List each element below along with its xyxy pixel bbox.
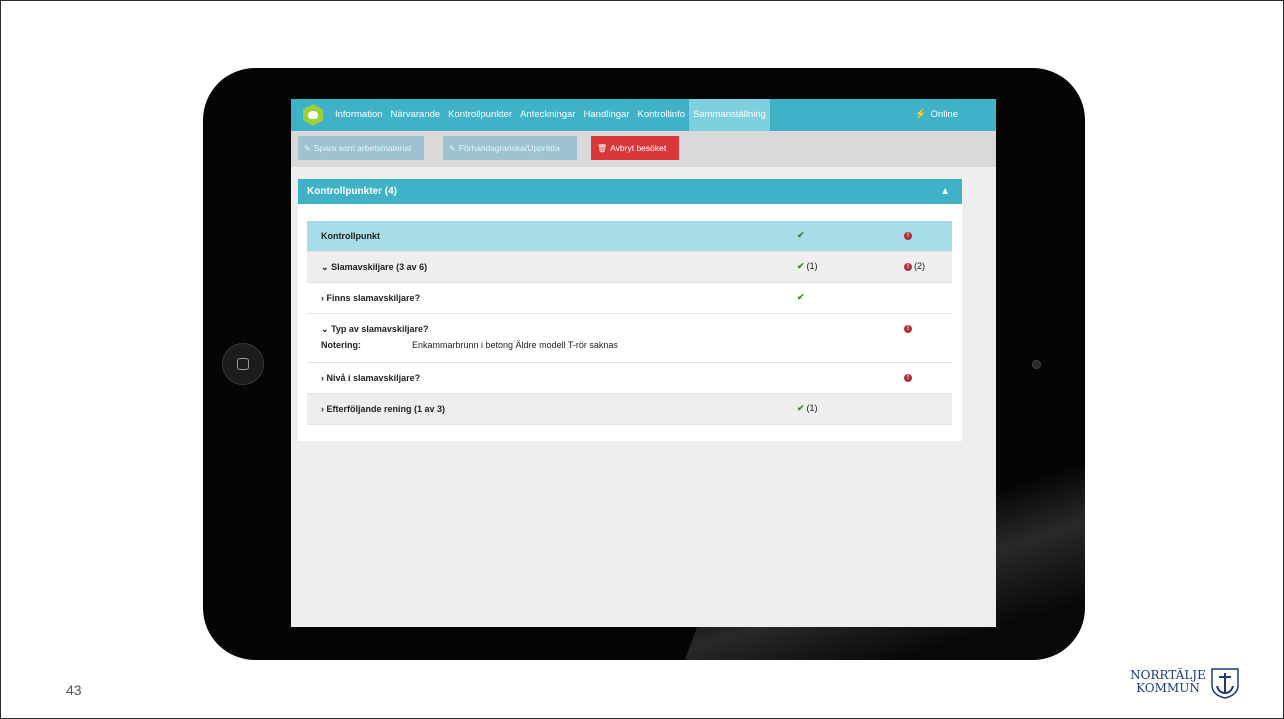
table-row[interactable]: ⌄ Typ av slamavskiljare? ! Notering: Enk… (307, 314, 952, 363)
table-row-label: › Efterföljande rening (1 av 3) (321, 404, 445, 414)
panel-header[interactable]: Kontrollpunkter (4) ▲ (298, 179, 962, 204)
column-header-kontrollpunkt: Kontrollpunkt (321, 231, 380, 241)
preview-label: Förhandsgranska/Upprätta (458, 143, 560, 153)
brand-line-2: KOMMUN (1136, 681, 1200, 695)
edit-icon: ✎ (304, 144, 311, 153)
table-row-label: › Finns slamavskiljare? (321, 293, 420, 303)
online-status: ⚡ Online (915, 99, 958, 131)
chevron-down-icon[interactable]: ⌄ (321, 262, 329, 272)
online-label: Online (930, 109, 958, 120)
action-toolbar: ✎ Spara som arbetsmaterial ✎ Förhandsgrans… (291, 131, 996, 167)
error-count: ! (2) (904, 261, 925, 271)
tab-sammanstallning[interactable]: Sammanställning (689, 99, 770, 131)
brand-text: NORRTÄLJE KOMMUN (1130, 669, 1206, 695)
tab-anteckningar[interactable]: Anteckningar (516, 99, 579, 131)
exclamation-icon: ! (904, 323, 912, 333)
row-label-text: Finns slamavskiljare? (326, 293, 421, 303)
edit-icon: ✎ (449, 144, 456, 153)
top-navbar: Information Närvarande Kontrollpunkter A… (291, 99, 996, 131)
chevron-right-icon[interactable]: › (321, 293, 324, 303)
check-icon: ✔ (797, 230, 805, 240)
ok-count-text: (1) (806, 261, 818, 271)
panel-title: Kontrollpunkter (4) (307, 186, 397, 197)
row-label-text: Nivå i slamavskiljare? (326, 373, 421, 383)
nav-tabs: Information Närvarande Kontrollpunkter A… (331, 99, 770, 131)
chevron-up-icon[interactable]: ▲ (940, 179, 950, 204)
home-square-icon (237, 358, 249, 370)
chevron-right-icon[interactable]: › (321, 373, 324, 383)
app-screen: Information Närvarande Kontrollpunkter A… (291, 99, 996, 627)
ok-count: ✔ (1) (797, 261, 818, 272)
exclamation-icon: ! (904, 230, 912, 240)
cancel-visit-label: Avbryt besöket (610, 143, 667, 153)
check-icon: ✔ (797, 261, 805, 271)
row-label-text: Slamavskiljare (3 av 6) (331, 262, 428, 272)
save-draft-button[interactable]: ✎ Spara som arbetsmaterial (298, 136, 424, 160)
ok-count-text: (1) (806, 403, 818, 413)
lightning-icon: ⚡ (914, 109, 927, 120)
exclamation-icon: ! (904, 262, 912, 271)
table-header-row: Kontrollpunkt ✔ ! (307, 221, 952, 252)
row-label-text: Typ av slamavskiljare? (331, 324, 429, 334)
preview-button[interactable]: ✎ Förhandsgranska/Upprätta (443, 136, 577, 160)
row-label-text: Efterföljande rening (1 av 3) (326, 404, 446, 414)
error-count-text: (2) (914, 261, 925, 271)
tab-kontrollinfo[interactable]: Kontrollinfo (633, 99, 689, 131)
kontrollpunkter-panel: Kontrollpunkter (4) ▲ Kontrollpunkt ✔ ! … (298, 179, 962, 441)
slide-page-number: 43 (66, 682, 82, 698)
tab-narvarande[interactable]: Närvarande (387, 99, 445, 131)
tab-kontrollpunkter[interactable]: Kontrollpunkter (444, 99, 516, 131)
exclamation-icon: ! (904, 372, 912, 382)
table-row-label: › Nivå i slamavskiljare? (321, 373, 420, 383)
table-row-label: ⌄ Typ av slamavskiljare? (321, 324, 428, 335)
table-row[interactable]: › Nivå i slamavskiljare? ! (307, 363, 952, 394)
chevron-right-icon[interactable]: › (321, 404, 324, 414)
cancel-visit-button[interactable]: 🗑 Avbryt besöket (591, 136, 679, 160)
app-logo-icon[interactable] (303, 104, 323, 126)
table-row[interactable]: ⌄ Slamavskiljare (3 av 6) ✔ (1) ! (2) (307, 252, 952, 283)
check-icon: ✔ (797, 403, 805, 413)
note-text: Enkammarbrunn i betong Äldre modell T-rö… (412, 340, 618, 350)
tablet-camera (1032, 360, 1041, 369)
note-label: Notering: (321, 340, 361, 350)
table-row-label: ⌄ Slamavskiljare (3 av 6) (321, 262, 427, 273)
tablet-home-button (222, 343, 264, 385)
check-icon: ✔ (797, 292, 805, 302)
table-row[interactable]: › Efterföljande rening (1 av 3) ✔ (1) (307, 394, 952, 425)
chevron-down-icon[interactable]: ⌄ (321, 324, 329, 334)
ok-count: ✔ (1) (797, 403, 818, 414)
save-draft-label: Spara som arbetsmaterial (313, 143, 412, 153)
trash-icon: 🗑 (597, 144, 608, 153)
anchor-shield-icon (1211, 668, 1239, 699)
table-row[interactable]: › Finns slamavskiljare? ✔ (307, 283, 952, 314)
tab-information[interactable]: Information (331, 99, 387, 131)
tab-handlingar[interactable]: Handlingar (580, 99, 634, 131)
kontrollpunkt-table: Kontrollpunkt ✔ ! ⌄ Slamavskiljare (3 av… (307, 221, 952, 425)
